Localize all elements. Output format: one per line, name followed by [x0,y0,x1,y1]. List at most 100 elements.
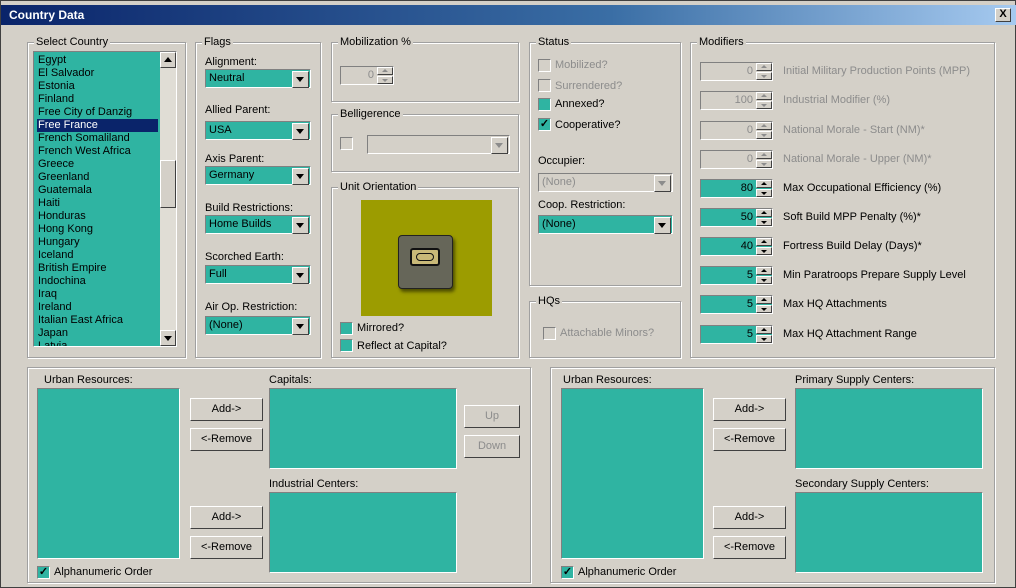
chevron-down-icon[interactable] [292,318,309,335]
spin-down-icon[interactable] [756,72,772,80]
allied-parent-combo[interactable]: USA [205,121,311,140]
country-list-item[interactable]: Finland [37,93,158,106]
spin-up-icon[interactable] [756,122,772,130]
country-list-item[interactable]: Hong Kong [37,223,158,236]
country-list-item[interactable]: French Somaliland [37,132,158,145]
supply-urban-resources-list[interactable] [561,388,704,559]
modifier-spinner[interactable]: 0 [700,62,773,81]
annexed-checkbox[interactable] [538,98,551,111]
chevron-down-icon[interactable] [491,137,508,154]
occupier-combo[interactable]: (None) [538,173,673,192]
country-list-item[interactable]: Ireland [37,301,158,314]
country-list-item[interactable]: Iraq [37,288,158,301]
country-list-item[interactable]: Egypt [37,54,158,67]
chevron-down-icon[interactable] [292,71,309,88]
country-list-item[interactable]: Honduras [37,210,158,223]
secondary-remove-button[interactable]: <-Remove [713,536,786,559]
spin-up-icon[interactable] [756,92,772,100]
country-list-item[interactable]: British Empire [37,262,158,275]
country-list-item[interactable]: Estonia [37,80,158,93]
modifier-spinner[interactable]: 100 [700,91,773,110]
spin-up-icon[interactable] [377,67,393,75]
primary-add-button[interactable]: Add-> [713,398,786,421]
cooperative-checkbox[interactable]: ✓ [538,118,551,131]
modifier-spinner[interactable]: 5 [700,295,773,314]
attachable-minors-checkbox[interactable] [543,327,556,340]
country-list-item[interactable]: Greenland [37,171,158,184]
country-list-item[interactable]: Indochina [37,275,158,288]
air-op-restriction-combo[interactable]: (None) [205,316,311,335]
spin-up-icon[interactable] [756,180,772,188]
country-list-item[interactable]: French West Africa [37,145,158,158]
secondary-add-button[interactable]: Add-> [713,506,786,529]
industrial-remove-button[interactable]: <-Remove [190,536,263,559]
scroll-down-icon[interactable] [160,330,176,346]
spin-up-icon[interactable] [756,151,772,159]
spin-down-icon[interactable] [756,305,772,313]
country-list-item[interactable]: Latvia [37,340,158,346]
chevron-down-icon[interactable] [292,123,309,140]
spin-up-icon[interactable] [756,63,772,71]
chevron-down-icon[interactable] [292,217,309,234]
country-list-item[interactable]: Guatemala [37,184,158,197]
primary-remove-button[interactable]: <-Remove [713,428,786,451]
modifier-spinner[interactable]: 0 [700,121,773,140]
spin-down-icon[interactable] [756,218,772,226]
spin-down-icon[interactable] [756,276,772,284]
modifier-spinner[interactable]: 0 [700,150,773,169]
spin-down-icon[interactable] [756,335,772,343]
mobilized-checkbox[interactable] [538,59,551,72]
up-button[interactable]: Up [464,405,520,428]
capitals-add-button[interactable]: Add-> [190,398,263,421]
spin-down-icon[interactable] [756,101,772,109]
chevron-down-icon[interactable] [292,168,309,185]
industrial-centers-list[interactable] [269,492,457,573]
country-list-item[interactable]: Free France [37,119,158,132]
spin-down-icon[interactable] [756,131,772,139]
country-list-scrollbar[interactable] [160,52,176,346]
reflect-checkbox[interactable] [340,339,353,352]
spin-up-icon[interactable] [756,209,772,217]
coop-restriction-combo[interactable]: (None) [538,215,673,234]
spin-up-icon[interactable] [756,267,772,275]
left-alphanumeric-checkbox[interactable]: ✓ [37,566,50,579]
surrendered-checkbox[interactable] [538,79,551,92]
industrial-add-button[interactable]: Add-> [190,506,263,529]
capitals-remove-button[interactable]: <-Remove [190,428,263,451]
close-button[interactable]: X [995,8,1011,22]
urban-resources-list[interactable] [37,388,180,559]
modifier-spinner[interactable]: 40 [700,237,773,256]
down-button[interactable]: Down [464,435,520,458]
modifier-spinner[interactable]: 80 [700,179,773,198]
mirrored-checkbox[interactable] [340,322,353,335]
belligerence-combo[interactable] [367,135,510,154]
country-list-item[interactable]: Haiti [37,197,158,210]
belligerence-checkbox[interactable] [340,137,353,150]
country-list-item[interactable]: Free City of Danzig [37,106,158,119]
chevron-down-icon[interactable] [292,267,309,284]
secondary-supply-list[interactable] [795,492,983,573]
country-list-item[interactable]: Greece [37,158,158,171]
spin-up-icon[interactable] [756,238,772,246]
spin-down-icon[interactable] [377,76,393,84]
alignment-combo[interactable]: Neutral [205,69,311,88]
spin-down-icon[interactable] [756,189,772,197]
primary-supply-list[interactable] [795,388,983,469]
scroll-thumb[interactable] [160,160,176,208]
country-list-item[interactable]: Hungary [37,236,158,249]
country-list-item[interactable]: Japan [37,327,158,340]
spin-up-icon[interactable] [756,296,772,304]
chevron-down-icon[interactable] [654,175,671,192]
country-list-item[interactable]: El Salvador [37,67,158,80]
chevron-down-icon[interactable] [654,217,671,234]
country-list[interactable]: Egypt El Salvador Estonia Finland Free City … [33,51,177,347]
capitals-list[interactable] [269,388,457,469]
scroll-up-icon[interactable] [160,52,176,68]
country-list-item[interactable]: Italian East Africa [37,314,158,327]
spin-down-icon[interactable] [756,247,772,255]
country-list-item[interactable]: Iceland [37,249,158,262]
right-alphanumeric-checkbox[interactable]: ✓ [561,566,574,579]
mobilization-spinner[interactable]: 0 [340,66,394,85]
modifier-spinner[interactable]: 5 [700,325,773,344]
build-restrictions-combo[interactable]: Home Builds [205,215,311,234]
